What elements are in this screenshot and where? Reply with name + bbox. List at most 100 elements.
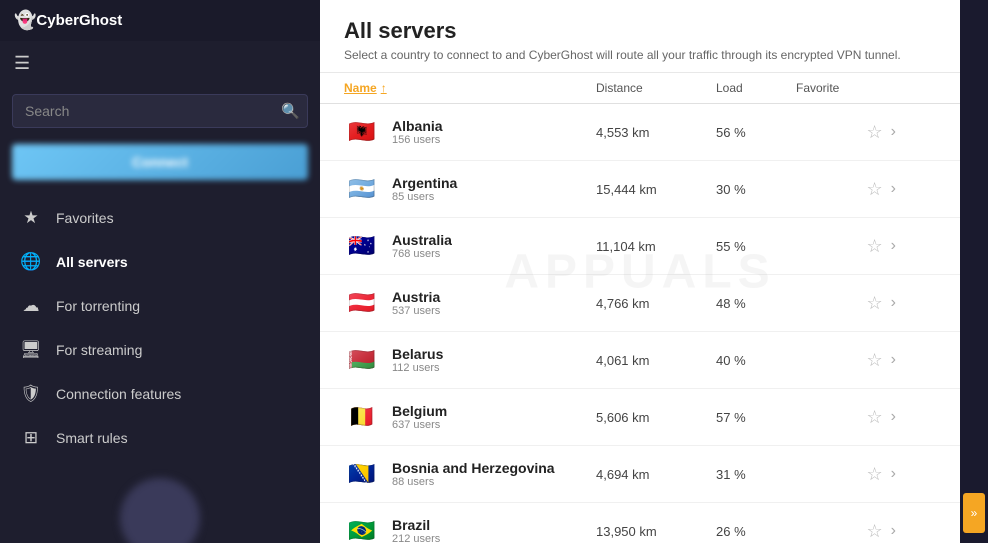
load-value: 55 % [716, 239, 796, 254]
country-flag: 🇧🇷 [344, 513, 380, 543]
favorite-button[interactable]: ☆ [865, 120, 885, 145]
country-name: Belgium [392, 403, 447, 419]
action-cell: ☆ › [796, 291, 896, 316]
country-name: Bosnia and Herzegovina [392, 460, 555, 476]
country-info: Bosnia and Herzegovina 88 users [392, 460, 555, 488]
logo-bar: 👻 CyberGhost [0, 0, 320, 41]
distance-value: 15,444 km [596, 182, 716, 197]
page-subtitle: Select a country to connect to and Cyber… [344, 48, 936, 62]
col-header-distance: Distance [596, 81, 716, 95]
row-chevron-button[interactable]: › [891, 465, 896, 483]
sidebar-item-label: For torrenting [56, 298, 140, 314]
table-row[interactable]: 🇧🇷 Brazil 212 users 13,950 km 26 % ☆ › [320, 503, 960, 543]
connect-button[interactable]: Connect [12, 144, 308, 180]
country-info: Austria 537 users [392, 289, 440, 317]
table-row[interactable]: 🇧🇦 Bosnia and Herzegovina 88 users 4,694… [320, 446, 960, 503]
favorite-button[interactable]: ☆ [865, 234, 885, 259]
shield-icon: 🛡 [20, 384, 42, 404]
action-cell: ☆ › [796, 120, 896, 145]
country-flag: 🇧🇦 [344, 456, 380, 492]
distance-value: 11,104 km [596, 239, 716, 254]
country-name: Argentina [392, 175, 457, 191]
country-info: Brazil 212 users [392, 517, 440, 543]
distance-value: 4,694 km [596, 467, 716, 482]
row-chevron-button[interactable]: › [891, 123, 896, 141]
server-table[interactable]: Name ↑ Distance Load Favorite 🇦🇱 Albania… [320, 73, 960, 543]
table-row[interactable]: 🇦🇱 Albania 156 users 4,553 km 56 % ☆ › [320, 104, 960, 161]
action-cell: ☆ › [796, 177, 896, 202]
favorite-button[interactable]: ☆ [865, 348, 885, 373]
search-icon[interactable]: 🔍 [281, 102, 300, 120]
load-value: 57 % [716, 410, 796, 425]
main-content: All servers Select a country to connect … [320, 0, 960, 543]
sidebar: 👻 CyberGhost ☰ 🔍 Connect ★ Favorites 🌐 A… [0, 0, 320, 543]
table-row[interactable]: 🇧🇪 Belgium 637 users 5,606 km 57 % ☆ › [320, 389, 960, 446]
favorite-button[interactable]: ☆ [865, 177, 885, 202]
user-count: 156 users [392, 134, 443, 146]
country-cell: 🇧🇾 Belarus 112 users [344, 342, 596, 378]
favorite-button[interactable]: ☆ [865, 405, 885, 430]
row-chevron-button[interactable]: › [891, 294, 896, 312]
col-header-favorite: Favorite [796, 81, 896, 95]
table-row[interactable]: 🇦🇷 Argentina 85 users 15,444 km 30 % ☆ › [320, 161, 960, 218]
country-info: Albania 156 users [392, 118, 443, 146]
distance-value: 13,950 km [596, 524, 716, 539]
table-row[interactable]: 🇧🇾 Belarus 112 users 4,061 km 40 % ☆ › [320, 332, 960, 389]
favorite-button[interactable]: ☆ [865, 462, 885, 487]
expand-button[interactable]: » [963, 493, 985, 533]
country-cell: 🇧🇦 Bosnia and Herzegovina 88 users [344, 456, 596, 492]
country-name: Australia [392, 232, 452, 248]
row-chevron-button[interactable]: › [891, 351, 896, 369]
country-cell: 🇦🇷 Argentina 85 users [344, 171, 596, 207]
sidebar-item-for-torrenting[interactable]: ☁ For torrenting [0, 284, 320, 328]
row-chevron-button[interactable]: › [891, 408, 896, 426]
country-info: Belgium 637 users [392, 403, 447, 431]
distance-value: 5,606 km [596, 410, 716, 425]
sidebar-item-favorites[interactable]: ★ Favorites [0, 196, 320, 240]
country-flag: 🇦🇺 [344, 228, 380, 264]
favorite-button[interactable]: ☆ [865, 291, 885, 316]
favorite-button[interactable]: ☆ [865, 519, 885, 543]
country-name: Brazil [392, 517, 440, 533]
table-header: Name ↑ Distance Load Favorite [320, 73, 960, 104]
hamburger-menu[interactable]: ☰ [0, 41, 320, 86]
user-count: 212 users [392, 533, 440, 543]
country-cell: 🇧🇪 Belgium 637 users [344, 399, 596, 435]
load-value: 48 % [716, 296, 796, 311]
load-value: 26 % [716, 524, 796, 539]
row-chevron-button[interactable]: › [891, 237, 896, 255]
table-row[interactable]: 🇦🇺 Australia 768 users 11,104 km 55 % ☆ … [320, 218, 960, 275]
star-icon: ★ [20, 208, 42, 228]
grid-icon: ⊞ [20, 428, 42, 448]
avatar [120, 478, 200, 543]
col-header-name[interactable]: Name ↑ [344, 81, 596, 95]
distance-value: 4,553 km [596, 125, 716, 140]
col-header-load: Load [716, 81, 796, 95]
row-chevron-button[interactable]: › [891, 180, 896, 198]
user-count: 768 users [392, 248, 452, 260]
sidebar-item-connection-features[interactable]: 🛡 Connection features [0, 372, 320, 416]
country-cell: 🇧🇷 Brazil 212 users [344, 513, 596, 543]
load-value: 30 % [716, 182, 796, 197]
table-body: 🇦🇱 Albania 156 users 4,553 km 56 % ☆ › 🇦… [320, 104, 960, 543]
sidebar-item-for-streaming[interactable]: 🖥 For streaming [0, 328, 320, 372]
user-count: 88 users [392, 476, 555, 488]
country-name: Austria [392, 289, 440, 305]
user-count: 85 users [392, 191, 457, 203]
cloud-icon: ☁ [20, 296, 42, 316]
sidebar-item-smart-rules[interactable]: ⊞ Smart rules [0, 416, 320, 460]
table-row[interactable]: 🇦🇹 Austria 537 users 4,766 km 48 % ☆ › [320, 275, 960, 332]
col-header-action [896, 81, 936, 95]
country-flag: 🇧🇾 [344, 342, 380, 378]
action-cell: ☆ › [796, 405, 896, 430]
search-input[interactable] [12, 94, 308, 128]
sidebar-item-label: All servers [56, 254, 128, 270]
sidebar-item-all-servers[interactable]: 🌐 All servers [0, 240, 320, 284]
main-header: All servers Select a country to connect … [320, 0, 960, 73]
country-name: Albania [392, 118, 443, 134]
monitor-icon: 🖥 [20, 340, 42, 360]
country-cell: 🇦🇹 Austria 537 users [344, 285, 596, 321]
row-chevron-button[interactable]: › [891, 522, 896, 540]
sidebar-item-label: Smart rules [56, 430, 128, 446]
app-name: CyberGhost [36, 12, 122, 29]
